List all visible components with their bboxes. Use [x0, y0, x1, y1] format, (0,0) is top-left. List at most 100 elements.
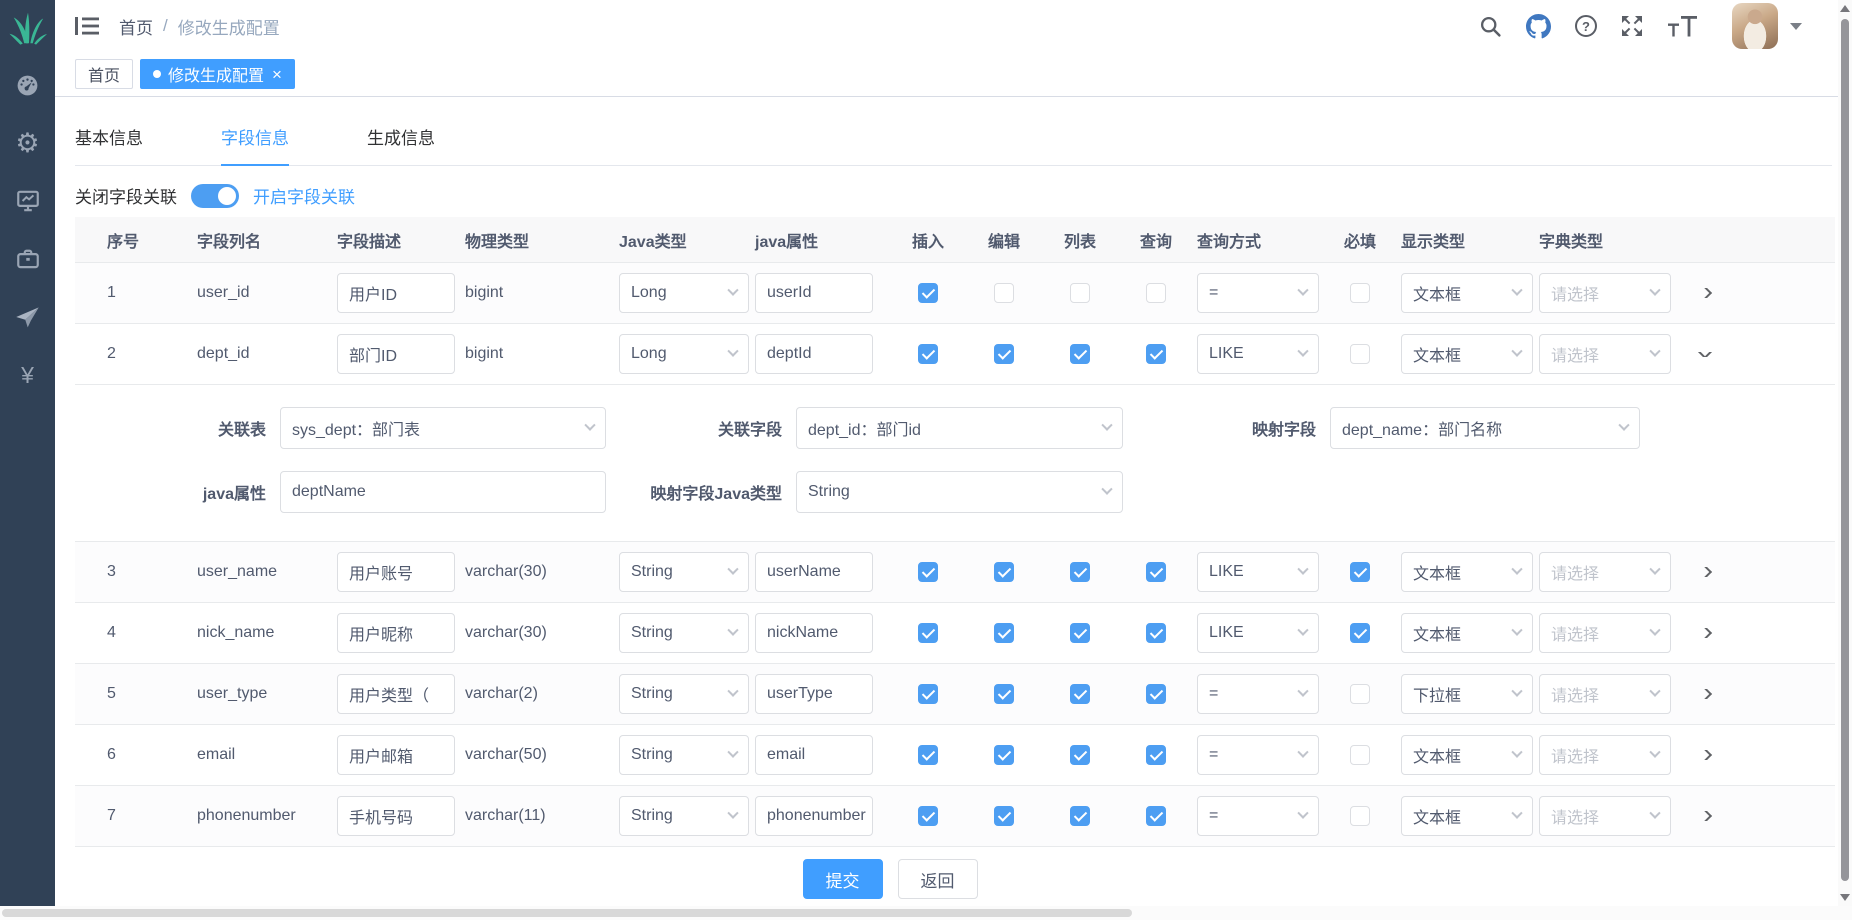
column-description-input[interactable]: 用户账号	[337, 552, 455, 592]
list-checkbox[interactable]	[1070, 344, 1090, 364]
query-type-select[interactable]: =	[1197, 796, 1319, 836]
horizontal-scrollbar-thumb[interactable]	[2, 909, 1132, 917]
tag-current-page[interactable]: 修改生成配置 ×	[140, 59, 295, 89]
query-checkbox[interactable]	[1146, 745, 1166, 765]
sidebar-item-tools[interactable]	[0, 230, 55, 288]
query-checkbox[interactable]	[1146, 562, 1166, 582]
sidebar-item-monitor[interactable]	[0, 172, 55, 230]
required-checkbox[interactable]	[1350, 806, 1370, 826]
map-field-select[interactable]: dept_name：部门名称	[1330, 407, 1640, 449]
query-type-select[interactable]: LIKE	[1197, 552, 1319, 592]
association-toggle[interactable]	[191, 184, 239, 208]
vertical-scrollbar[interactable]	[1838, 0, 1852, 906]
list-checkbox[interactable]	[1070, 745, 1090, 765]
vertical-scrollbar-thumb[interactable]	[1841, 19, 1849, 881]
tab-field-info[interactable]: 字段信息	[221, 124, 289, 165]
java-attribute-input[interactable]: userType	[755, 674, 873, 714]
horizontal-scrollbar[interactable]	[0, 906, 1852, 920]
edit-checkbox[interactable]	[994, 283, 1014, 303]
dict-type-select[interactable]: 请选择	[1539, 334, 1671, 374]
display-type-select[interactable]: 文本框	[1401, 796, 1533, 836]
expand-row-icon[interactable]	[1698, 628, 1712, 638]
query-type-select[interactable]: =	[1197, 674, 1319, 714]
edit-checkbox[interactable]	[994, 806, 1014, 826]
insert-checkbox[interactable]	[918, 623, 938, 643]
expand-row-icon[interactable]	[1698, 352, 1712, 357]
java-type-select[interactable]: String	[619, 735, 749, 775]
java-attribute-input[interactable]: deptId	[755, 334, 873, 374]
font-size-button[interactable]	[1667, 15, 1698, 38]
dict-type-select[interactable]: 请选择	[1539, 273, 1671, 313]
submit-button[interactable]: 提交	[803, 859, 883, 899]
tab-basic-info[interactable]: 基本信息	[75, 124, 143, 165]
insert-checkbox[interactable]	[918, 806, 938, 826]
breadcrumb-home[interactable]: 首页	[119, 14, 153, 39]
assoc-table-select[interactable]: sys_dept：部门表	[280, 407, 606, 449]
query-checkbox[interactable]	[1146, 684, 1166, 704]
expand-row-icon[interactable]	[1698, 288, 1712, 298]
required-checkbox[interactable]	[1350, 344, 1370, 364]
dict-type-select[interactable]: 请选择	[1539, 796, 1671, 836]
query-type-select[interactable]: =	[1197, 273, 1319, 313]
back-button[interactable]: 返回	[898, 859, 978, 899]
column-description-input[interactable]: 用户ID	[337, 273, 455, 313]
edit-checkbox[interactable]	[994, 562, 1014, 582]
java-type-select[interactable]: String	[619, 796, 749, 836]
column-description-input[interactable]: 用户类型（	[337, 674, 455, 714]
query-checkbox[interactable]	[1146, 344, 1166, 364]
insert-checkbox[interactable]	[918, 283, 938, 303]
insert-checkbox[interactable]	[918, 684, 938, 704]
column-description-input[interactable]: 部门ID	[337, 334, 455, 374]
expand-row-icon[interactable]	[1698, 567, 1712, 577]
query-type-select[interactable]: LIKE	[1197, 334, 1319, 374]
dict-type-select[interactable]: 请选择	[1539, 613, 1671, 653]
required-checkbox[interactable]	[1350, 283, 1370, 303]
scroll-up-icon[interactable]	[1840, 5, 1850, 12]
display-type-select[interactable]: 下拉框	[1401, 674, 1533, 714]
expand-row-icon[interactable]	[1698, 750, 1712, 760]
column-description-input[interactable]: 手机号码	[337, 796, 455, 836]
user-avatar[interactable]	[1732, 3, 1778, 49]
java-type-select[interactable]: Long	[619, 273, 749, 313]
map-java-type-select[interactable]: String	[796, 471, 1123, 513]
java-attribute-input[interactable]: nickName	[755, 613, 873, 653]
dict-type-select[interactable]: 请选择	[1539, 735, 1671, 775]
display-type-select[interactable]: 文本框	[1401, 735, 1533, 775]
java-attribute-input[interactable]: userName	[755, 552, 873, 592]
sidebar-item-pay[interactable]: ¥	[0, 346, 55, 404]
display-type-select[interactable]: 文本框	[1401, 552, 1533, 592]
insert-checkbox[interactable]	[918, 344, 938, 364]
query-type-select[interactable]: LIKE	[1197, 613, 1319, 653]
java-type-select[interactable]: String	[619, 674, 749, 714]
edit-checkbox[interactable]	[994, 745, 1014, 765]
sidebar-item-guide[interactable]	[0, 288, 55, 346]
query-type-select[interactable]: =	[1197, 735, 1319, 775]
help-button[interactable]: ?	[1575, 15, 1597, 37]
list-checkbox[interactable]	[1070, 623, 1090, 643]
required-checkbox[interactable]	[1350, 745, 1370, 765]
java-attribute-input[interactable]: phonenumber	[755, 796, 873, 836]
app-logo[interactable]	[0, 0, 55, 56]
list-checkbox[interactable]	[1070, 283, 1090, 303]
association-on-label[interactable]: 开启字段关联	[253, 183, 355, 208]
required-checkbox[interactable]	[1350, 562, 1370, 582]
tag-home[interactable]: 首页	[75, 59, 133, 89]
sidebar-item-dashboard[interactable]	[0, 56, 55, 114]
required-checkbox[interactable]	[1350, 623, 1370, 643]
assoc-field-select[interactable]: dept_id：部门id	[796, 407, 1123, 449]
tab-generate-info[interactable]: 生成信息	[367, 124, 435, 165]
java-type-select[interactable]: Long	[619, 334, 749, 374]
insert-checkbox[interactable]	[918, 745, 938, 765]
fullscreen-button[interactable]	[1621, 15, 1643, 37]
java-type-select[interactable]: String	[619, 613, 749, 653]
java-attribute-input[interactable]: userId	[755, 273, 873, 313]
github-button[interactable]	[1526, 14, 1551, 39]
query-checkbox[interactable]	[1146, 283, 1166, 303]
edit-checkbox[interactable]	[994, 344, 1014, 364]
edit-checkbox[interactable]	[994, 623, 1014, 643]
dict-type-select[interactable]: 请选择	[1539, 674, 1671, 714]
list-checkbox[interactable]	[1070, 806, 1090, 826]
search-button[interactable]	[1479, 15, 1502, 38]
chevron-down-icon[interactable]	[1790, 23, 1802, 30]
display-type-select[interactable]: 文本框	[1401, 613, 1533, 653]
